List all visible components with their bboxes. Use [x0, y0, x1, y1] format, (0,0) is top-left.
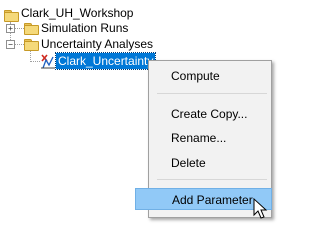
menu-item-compute[interactable]: Compute — [149, 65, 271, 87]
folder-icon — [24, 23, 39, 35]
collapse-toggle-uncertainty-analyses[interactable]: − — [6, 40, 15, 49]
menu-separator — [157, 179, 267, 180]
uncertainty-analysis-icon — [41, 54, 55, 69]
menu-item-label: Rename... — [171, 131, 227, 145]
menu-item-delete[interactable]: Delete — [149, 152, 271, 174]
menu-item-label: Compute — [171, 69, 220, 83]
tree-item-label: Uncertainty Analyses — [41, 37, 154, 51]
mouse-pointer-icon — [253, 198, 268, 219]
menu-item-add-parameter[interactable]: Add Parameter — [135, 188, 272, 210]
folder-icon — [4, 10, 19, 22]
tree-item-label: Clark_Uncertainty — [54, 52, 157, 70]
context-menu: Compute Create Copy... Rename... Delete … — [135, 60, 272, 218]
tree-root-label: Clark_UH_Workshop — [21, 6, 134, 20]
menu-item-label: Create Copy... — [171, 107, 248, 121]
menu-item-rename[interactable]: Rename... — [149, 127, 271, 149]
expand-toggle-simulation-runs[interactable]: + — [6, 24, 15, 33]
menu-item-create-copy[interactable]: Create Copy... — [149, 103, 271, 125]
tree-item-label: Simulation Runs — [41, 21, 129, 35]
menu-separator — [157, 93, 267, 94]
menu-item-label: Delete — [171, 156, 206, 170]
folder-icon — [24, 39, 39, 51]
menu-item-label: Add Parameter — [172, 193, 253, 207]
